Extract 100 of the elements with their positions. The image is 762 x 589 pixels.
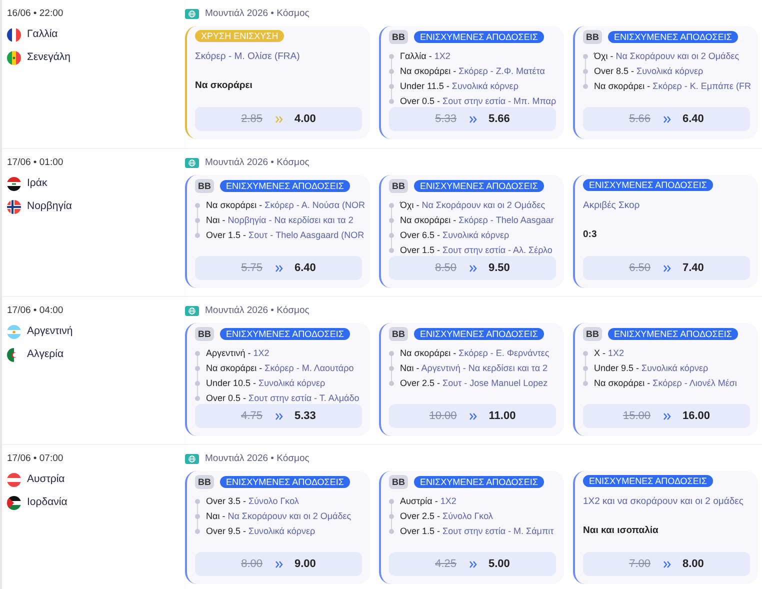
old-odds: 15.00 [622,409,650,424]
offer-card[interactable]: BB ΕΝΙΣΧΥΜΕΝΕΣ ΑΠΟΔΟΣΕΙΣ Αυστρία - 1X2 Over 2.5 - Σύνολο Γκολ Over 1.5 - Σουτ στην εστία - Μ. Σάμπιτ 4.25 5.00 [379,471,564,584]
odds-button[interactable]: 4.25 5.00 [389,552,556,576]
flag-icon [7,325,21,340]
bet-leg: Under 9.5 - Συνολικά κόρνερ [594,362,708,375]
bet-leg: Αυστρία - 1X2 [400,494,456,508]
bet-leg: Αργεντινή - 1X2 [206,346,270,360]
offer-badge: ΕΝΙΣΧΥΜΕΝΕΣ ΑΠΟΔΟΣΕΙΣ [414,476,544,488]
odds-button[interactable]: 7.00 8.00 [583,552,750,576]
new-odds: 9.50 [488,261,510,276]
bet-leg: Γαλλία - 1X2 [400,50,450,62]
offer-card[interactable]: BB ΕΝΙΣΧΥΜΕΝΕΣ ΑΠΟΔΟΣΕΙΣ Να σκοράρει - Σκόρερ - Ε. Φερνάντες Ναι - Αργεντινή - Να κερδίσει και τα 2 Over 2.5 - Σουτ - Jose Manuel Lopez 10.00 11.00 [379,323,564,436]
bet-leg: Όχι - Να Σκοράρουν και οι 2 Ομάδες [594,50,740,63]
bet-leg: Ναι - Νορβηγία - Να κερδίσει και τα 2 [206,214,354,227]
bb-tag: BB [583,30,602,44]
double-chevron-icon [662,116,670,123]
flag-icon [7,177,21,192]
selection-label: 0:3 [583,228,598,242]
competition-label: Μουντιάλ 2026 • Κόσμος [205,304,310,318]
offer-badge: ΕΝΙΣΧΥΜΕΝΕΣ ΑΠΟΔΟΣΕΙΣ [414,328,544,340]
odds-button[interactable]: 2.85 4.00 [195,107,362,132]
old-odds: 6.50 [629,261,650,276]
bb-tag: BB [389,475,408,490]
offer-card[interactable]: ΕΝΙΣΧΥΜΕΝΕΣ ΑΠΟΔΟΣΕΙΣ Ακριβές Σκορ 0:3 6.50 7.40 [573,175,758,288]
double-chevron-icon [468,264,476,272]
offer-card[interactable]: BB ΕΝΙΣΧΥΜΕΝΕΣ ΑΠΟΔΟΣΕΙΣ Να σκοράρει - Σκόρερ - Α. Νούσα (NOR Ναι - Νορβηγία - Να κερδίσει και τα 2 Over 1.5 - Σουτ - Thelo Aasgaard (NOR 5.75 6.40 [185,175,370,288]
team-name: Ιορδανία [27,495,68,510]
bet-leg: Να σκοράρει - Σκόρερ - Κ. Εμπάπε (FR [594,80,752,93]
bb-tag: BB [389,30,408,44]
offer-badge: ΕΝΙΣΧΥΜΕΝΕΣ ΑΠΟΔΟΣΕΙΣ [583,179,713,192]
new-odds: 16.00 [682,409,710,424]
offer-card[interactable]: BB ΕΝΙΣΧΥΜΕΝΕΣ ΑΠΟΔΟΣΕΙΣ Over 3.5 - Σύνολο Γκολ Ναι - Να Σκοράρουν και οι 2 Ομάδες Over 9.5 - Συνολικά κόρνερ 8.00 9.00 [185,471,370,584]
market-label: Ακριβές Σκορ [583,199,641,214]
new-odds: 6.40 [682,112,704,127]
bet-leg: Over 8.5 - Συνολικά κόρνερ [594,64,704,78]
odds-button[interactable]: 5.33 5.66 [389,107,556,132]
old-odds: 10.00 [429,409,457,424]
old-odds: 8.00 [241,557,262,572]
new-odds: 11.00 [488,409,516,424]
bb-tag: BB [195,327,214,342]
market-label: 1X2 και να σκοράρουν και οι 2 ομάδες [583,495,744,510]
bet-leg: Over 2.5 - Σύνολο Γκολ [400,510,493,522]
new-odds: 4.00 [294,112,316,127]
bet-leg: Όχι - Να Σκοράρουν και οι 2 Ομάδες [400,198,546,212]
team-name: Αλγερία [27,347,64,362]
double-chevron-icon [662,412,670,420]
bb-tag: BB [195,179,214,194]
bb-tag: BB [389,179,408,194]
odds-button[interactable]: 15.00 16.00 [583,404,750,428]
bet-leg: Over 1.5 - Σουτ στην εστία - Μ. Σάμπιτ [400,524,554,538]
double-chevron-icon [468,412,477,420]
odds-button[interactable]: 5.66 6.40 [583,107,750,132]
offer-badge: ΕΝΙΣΧΥΜΕΝΕΣ ΑΠΟΔΟΣΕΙΣ [220,328,350,340]
old-odds: 5.66 [629,112,650,127]
new-odds: 5.66 [488,112,510,127]
new-odds: 6.40 [294,261,316,276]
new-odds: 5.00 [488,557,510,572]
bet-leg: Under 10.5 - Συνολικά κόρνερ [206,376,326,390]
offer-card[interactable]: BB ΕΝΙΣΧΥΜΕΝΕΣ ΑΠΟΔΟΣΕΙΣ Όχι - Να Σκοράρουν και οι 2 Ομάδες Να σκοράρει - Σκόρερ - Thelo Aasgaar Over 6.5 - Συνολικά κόρνερ Over 1.5 - Σουτ στην εστία - Αλ. Σέρλο 8.50 9.50 [379,175,564,288]
competition-label: Μουντιάλ 2026 • Κόσμος [205,156,310,170]
new-odds: 5.33 [294,409,316,424]
bet-leg: Over 0.5 - Σουτ στην εστία - Μπ. Μπαρ [400,94,556,108]
offer-card[interactable]: BB ΕΝΙΣΧΥΜΕΝΕΣ ΑΠΟΔΟΣΕΙΣ X - 1X2 Under 9.5 - Συνολικά κόρνερ Να σκοράρει - Σκόρερ - Λιονέλ Μέσι 15.00 16.00 [573,323,758,436]
bet-leg: Over 0.5 - Σουτ στην εστία - Τ. Αλμάδο [206,392,360,405]
bet-leg: Να σκοράρει - Σκόρερ - Ζ.Φ. Ματέτα [400,64,545,78]
offer-card[interactable]: ΧΡΥΣΗ ΕΝΙΣΧΥΣΗ Σκόρερ - Μ. Ολίσε (FRA) Να σκοράρει 2.85 4.00 [185,26,370,140]
odds-button[interactable]: 8.50 9.50 [389,256,556,280]
team-name: Αργεντινή [27,324,73,340]
bet-leg: X - 1X2 [594,346,624,360]
flag-icon [7,473,21,488]
odds-button[interactable]: 10.00 11.00 [389,404,556,428]
offer-card[interactable]: BB ΕΝΙΣΧΥΜΕΝΕΣ ΑΠΟΔΟΣΕΙΣ Γαλλία - 1X2 Να σκοράρει - Σκόρερ - Ζ.Φ. Ματέτα Under 11.5 - Συνολικά κόρνερ Over 0.5 - Σουτ στην εστία - Μπ. Μπαρ 5.33 5.66 [379,26,564,140]
bet-leg: Ναι - Αργεντινή - Να κερδίσει και τα 2 [400,362,548,375]
team-name: Αυστρία [27,472,65,488]
offer-card[interactable]: BB ΕΝΙΣΧΥΜΕΝΕΣ ΑΠΟΔΟΣΕΙΣ Αργεντινή - 1X2 Να σκοράρει - Σκόρερ - Μ. Λαουτάρο Under 10.5 - Συνολικά κόρνερ Over 0.5 - Σουτ στην εστία - Τ. Αλμάδο 4.75 5.33 [185,323,370,436]
competition-label: Μουντιάλ 2026 • Κόσμος [205,452,310,466]
double-chevron-icon [662,560,670,568]
market-label: Σκόρερ - Μ. Ολίσε (FRA) [195,50,301,64]
flag-icon [7,496,21,510]
bet-leg: Over 9.5 - Συνολικά κόρνερ [206,524,316,538]
old-odds: 8.50 [435,261,456,276]
odds-button[interactable]: 8.00 9.00 [195,552,362,576]
new-odds: 7.40 [682,261,704,276]
bet-leg: Over 6.5 - Συνολικά κόρνερ [400,228,510,242]
old-odds: 5.33 [435,112,456,127]
odds-button[interactable]: 4.75 5.33 [195,404,362,428]
offer-badge: ΕΝΙΣΧΥΜΕΝΕΣ ΑΠΟΔΟΣΕΙΣ [220,476,350,488]
offer-card[interactable]: ΕΝΙΣΧΥΜΕΝΕΣ ΑΠΟΔΟΣΕΙΣ 1X2 και να σκοράρουν και οι 2 ομάδες Ναι και ισοπαλία 7.00 8.00 [573,471,758,584]
bet-leg: Να σκοράρει - Σκόρερ - Α. Νούσα (NOR [206,198,366,212]
offer-badge: ΕΝΙΣΧΥΜΕΝΕΣ ΑΠΟΔΟΣΕΙΣ [608,31,738,44]
bet-leg: Over 2.5 - Σουτ - Jose Manuel Lopez [400,376,548,390]
old-odds: 4.75 [241,409,262,424]
offer-badge: ΕΝΙΣΧΥΜΕΝΕΣ ΑΠΟΔΟΣΕΙΣ [608,328,738,340]
odds-button[interactable]: 5.75 6.40 [195,256,362,280]
team-name: Νορβηγία [27,199,72,214]
bet-leg: Over 1.5 - Σουτ - Thelo Aasgaard (NOR [206,228,364,242]
double-chevron-icon [274,412,282,420]
double-chevron-icon [662,264,670,272]
odds-button[interactable]: 6.50 7.40 [583,256,750,280]
offer-card[interactable]: BB ΕΝΙΣΧΥΜΕΝΕΣ ΑΠΟΔΟΣΕΙΣ Όχι - Να Σκοράρουν και οι 2 Ομάδες Over 8.5 - Συνολικά κόρνερ Να σκοράρει - Σκόρερ - Κ. Εμπάπε (FR 5.66 6.40 [573,26,758,140]
